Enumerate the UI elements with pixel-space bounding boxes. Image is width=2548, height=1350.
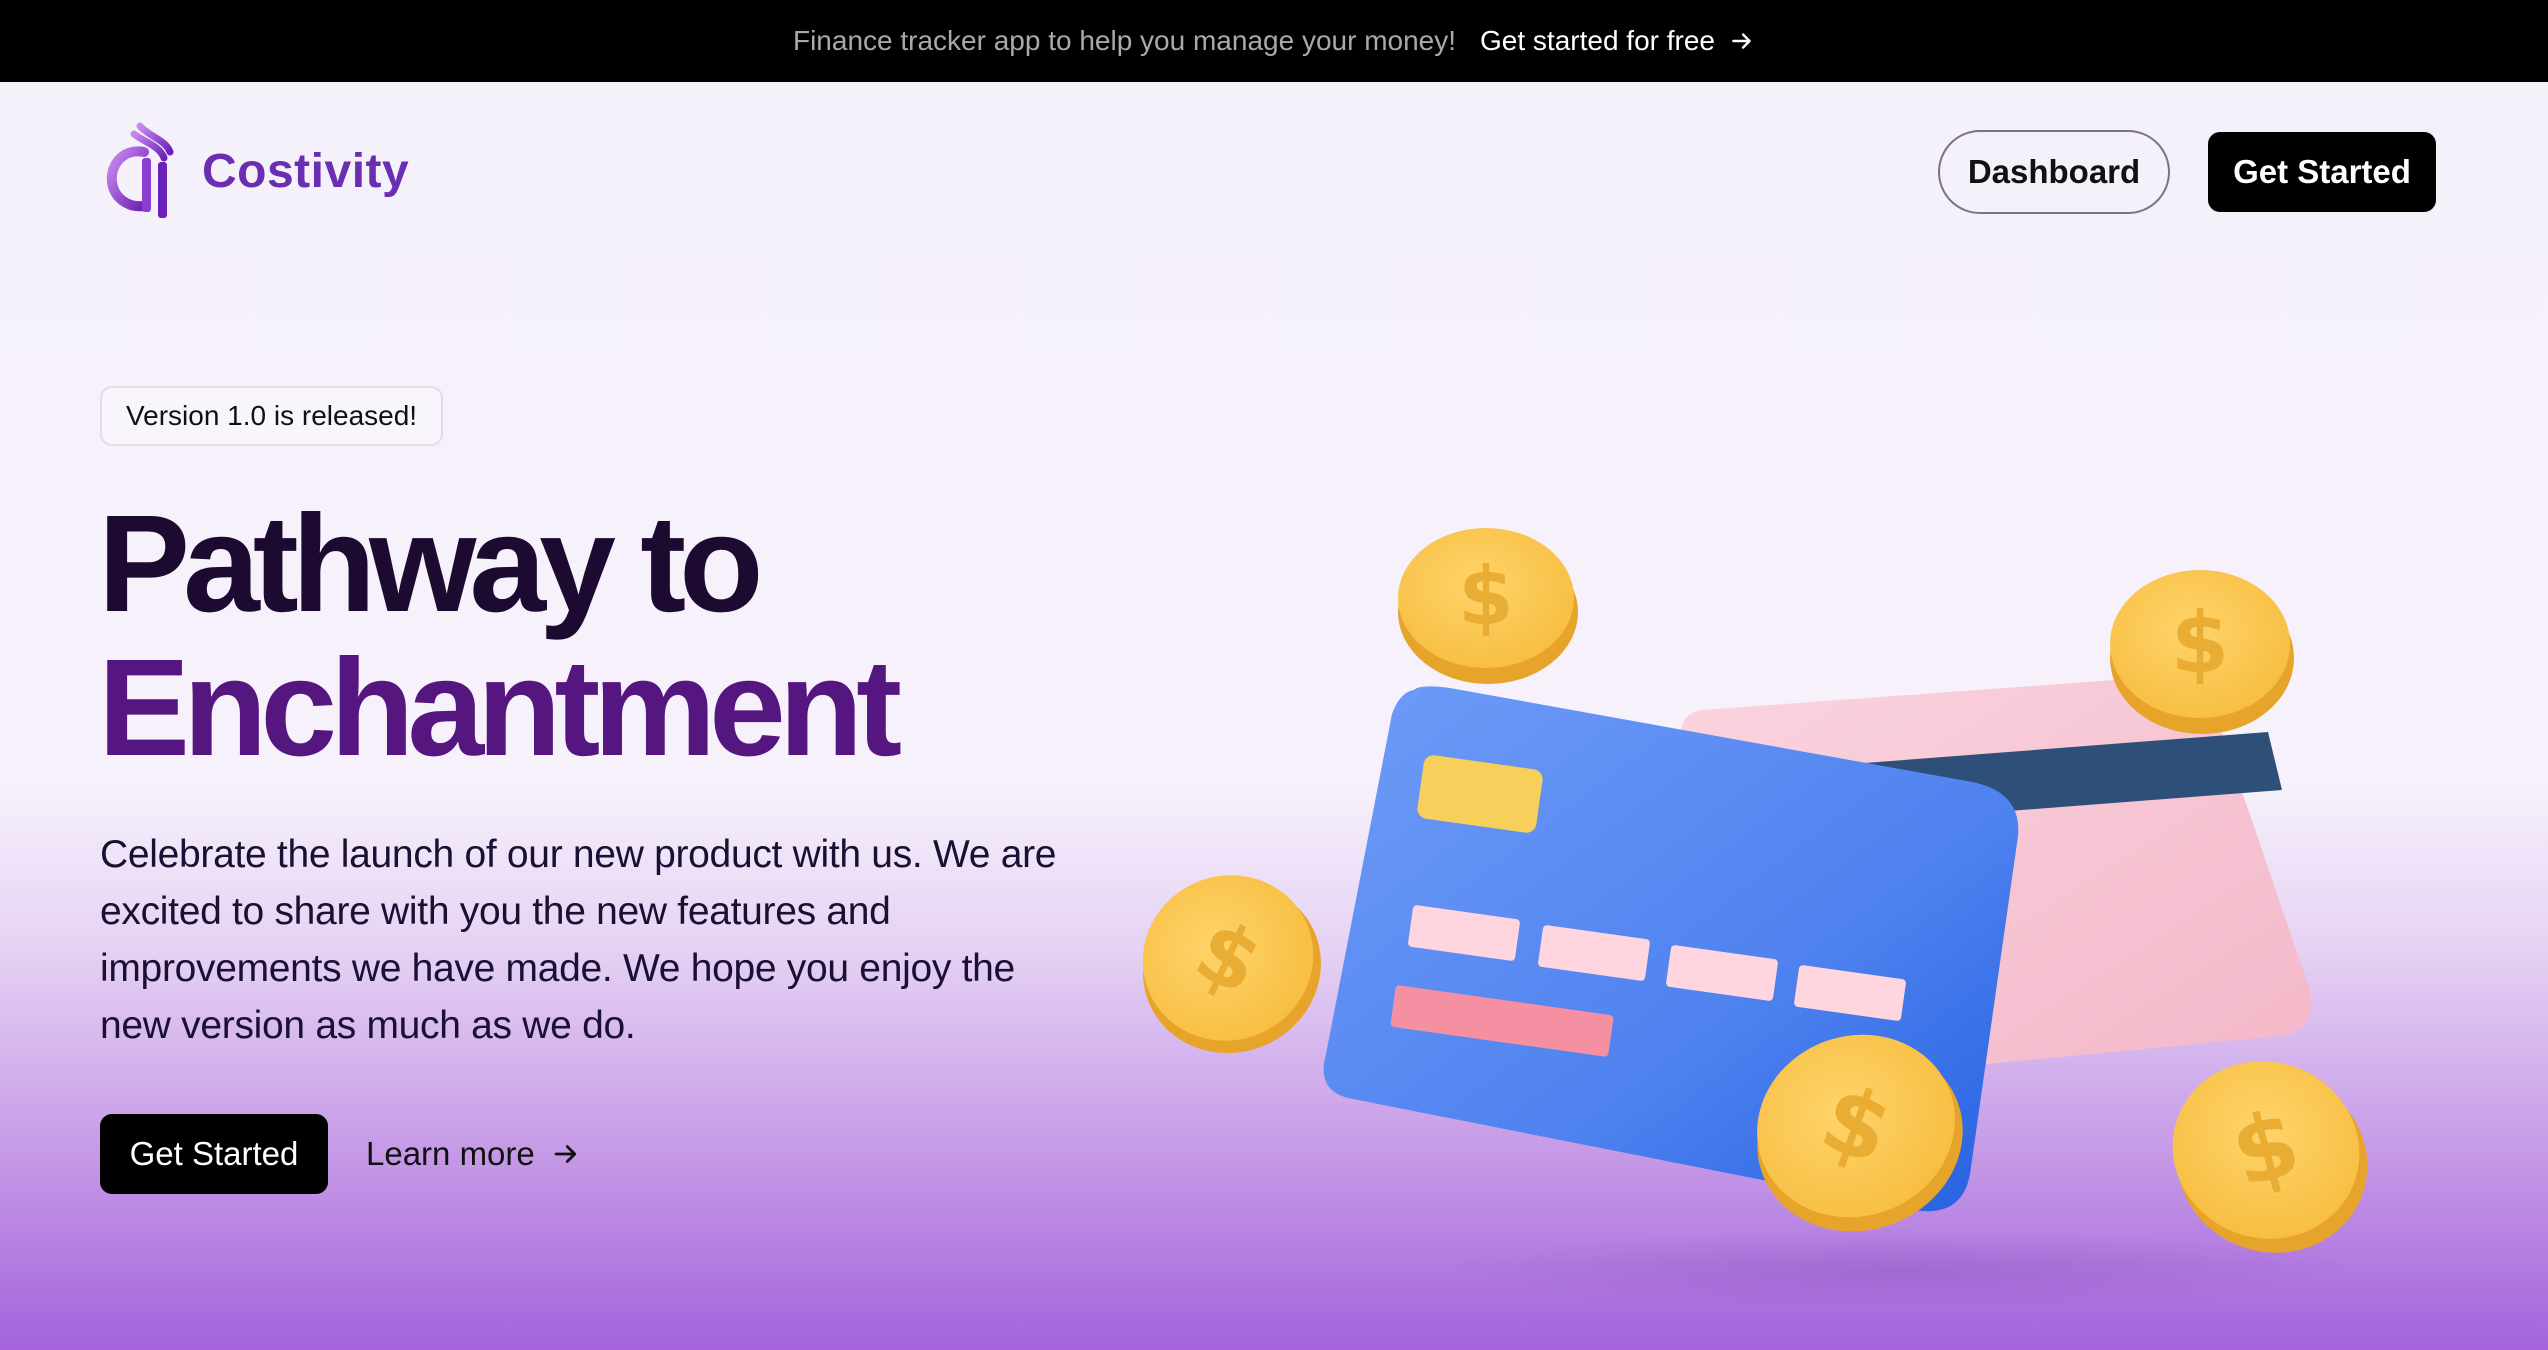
release-badge: Version 1.0 is released! [100,386,444,446]
announcement-cta-link[interactable]: Get started for free [1480,25,1755,57]
ground-shadow [1440,1230,2360,1310]
coin-left: $ [1142,875,1321,1054]
arrow-right-icon [1732,33,1751,49]
hero-title-line2: Enchantment [98,631,902,785]
coin-top-left: $ [1398,528,1578,684]
learn-more-label: Learn more [366,1135,535,1172]
header-get-started-button[interactable]: Get Started [2208,132,2436,212]
hero-title: Pathway to Enchantment [98,487,902,785]
hero-description: Celebrate the launch of our new product … [100,833,1057,1047]
coin-top-right: $ [2110,570,2294,734]
learn-more-link[interactable]: Learn more [366,1114,581,1194]
announcement-message: Finance tracker app to help you manage y… [792,25,1457,56]
svg-text:$: $ [2171,594,2229,692]
hero-get-started-button[interactable]: Get Started [100,1114,328,1194]
brand-name: Costivity [202,144,410,198]
costivity-logo-icon [106,122,174,218]
brand[interactable]: Costivity [104,122,409,220]
arrow-right-icon [554,1145,576,1163]
svg-text:$: $ [1458,550,1514,643]
credit-cards-and-coins-illustration: $ $ $ $ $ [1142,528,2368,1310]
announcement-cta-label: Get started for free [1480,25,1716,56]
dashboard-button[interactable]: Dashboard [1938,130,2170,214]
announcement-bar: Finance tracker app to help you manage y… [0,0,2548,82]
hero-title-line1: Pathway to [98,487,763,641]
